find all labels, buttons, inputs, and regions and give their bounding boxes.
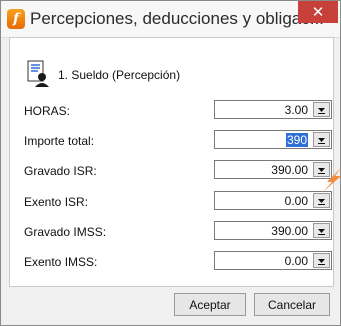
- horas-label: HORAS:: [24, 104, 71, 118]
- exento-isr-dropdown-button[interactable]: [313, 193, 330, 208]
- exento-isr-value: 0.00: [284, 194, 308, 208]
- chevron-down-icon: [318, 258, 325, 265]
- exento-imss-label: Exento IMSS:: [24, 255, 98, 269]
- gravado-imss-value: 390.00: [271, 224, 308, 238]
- importe-total-dropdown-button[interactable]: [313, 132, 330, 147]
- window-title: Percepciones, deducciones y obligac...: [30, 9, 324, 28]
- horas-field[interactable]: 3.00: [214, 100, 332, 119]
- app-logo-icon: f: [7, 9, 25, 29]
- gravado-imss-field[interactable]: 390.00: [214, 221, 332, 240]
- concept-label: 1. Sueldo (Percepción): [58, 68, 181, 82]
- document-user-icon: [27, 60, 49, 87]
- gravado-isr-field[interactable]: 390.00: [214, 160, 332, 179]
- accept-button[interactable]: Aceptar: [174, 293, 246, 316]
- chevron-down-icon: [318, 198, 325, 205]
- title-bar[interactable]: f Percepciones, deducciones y obligac...…: [1, 1, 340, 38]
- horas-value: 3.00: [284, 103, 308, 117]
- importe-total-field[interactable]: 390: [214, 130, 332, 149]
- close-button[interactable]: ✕: [298, 1, 338, 23]
- horas-dropdown-button[interactable]: [313, 102, 330, 117]
- gravado-isr-value: 390.00: [271, 163, 308, 177]
- orange-arrow-icon: [323, 168, 341, 192]
- exento-imss-value: 0.00: [284, 254, 308, 268]
- importe-total-value: 390: [285, 133, 308, 147]
- importe-total-label: Importe total:: [24, 134, 95, 148]
- exento-isr-field[interactable]: 0.00: [214, 191, 332, 210]
- exento-isr-label: Exento ISR:: [24, 195, 89, 209]
- chevron-down-icon: [318, 107, 325, 114]
- chevron-down-icon: [318, 137, 325, 144]
- chevron-down-icon: [318, 228, 325, 235]
- gravado-imss-dropdown-button[interactable]: [313, 223, 330, 238]
- cancel-button[interactable]: Cancelar: [254, 293, 330, 316]
- exento-imss-dropdown-button[interactable]: [313, 253, 330, 268]
- gravado-isr-label: Gravado ISR:: [24, 164, 97, 178]
- close-icon: ✕: [311, 2, 325, 21]
- exento-imss-field[interactable]: 0.00: [214, 251, 332, 270]
- dialog-window: f Percepciones, deducciones y obligac...…: [0, 0, 341, 326]
- gravado-imss-label: Gravado IMSS:: [24, 225, 107, 239]
